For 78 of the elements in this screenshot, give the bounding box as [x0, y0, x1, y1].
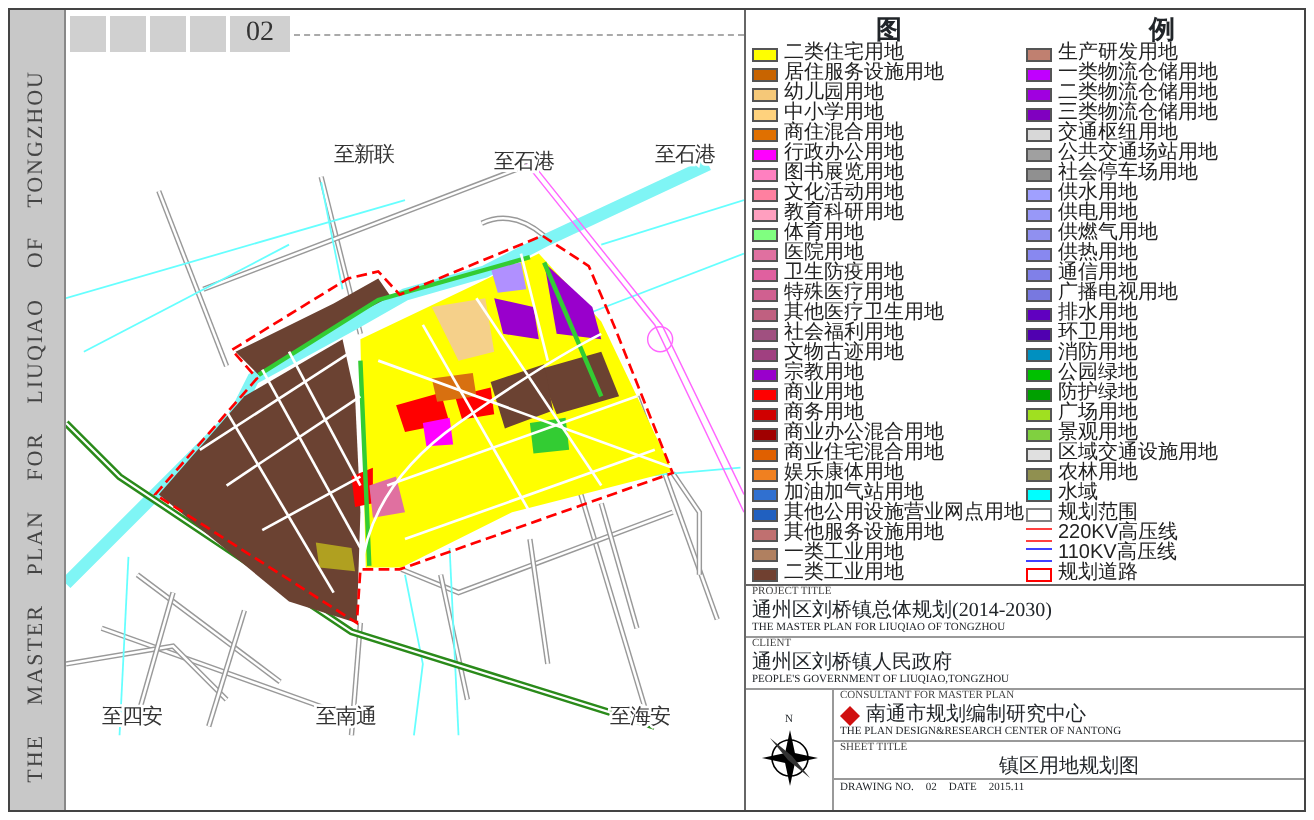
legend-label: 生产研发用地 [1058, 44, 1178, 64]
legend-label: 规划道路 [1058, 564, 1138, 584]
legend-label: 图书展览用地 [784, 164, 904, 184]
side-title-word: OF [26, 236, 48, 269]
side-title-word: MASTER [26, 603, 48, 705]
legend-label: 商业办公混合用地 [784, 424, 944, 444]
legend-label: 商住混合用地 [784, 124, 904, 144]
legend-label: 公共交通场站用地 [1058, 144, 1218, 164]
road-label: 至石港 [654, 144, 715, 167]
legend-label: 通信用地 [1058, 264, 1138, 284]
legend-title: 图 [875, 14, 902, 44]
road-label: 至南通 [315, 706, 376, 729]
legend-label: 排水用地 [1058, 304, 1138, 324]
side-title-word: LIUQIAO [26, 297, 48, 403]
legend-label: 景观用地 [1058, 424, 1138, 444]
legend-label: 商务用地 [784, 404, 864, 424]
legend-label: 行政办公用地 [784, 144, 904, 164]
legend-label: 广场用地 [1058, 404, 1138, 424]
legend-label: 宗教用地 [784, 364, 864, 384]
road-label: 至石港 [494, 151, 555, 174]
legend-title: 例 [1148, 14, 1175, 44]
legend-label: 社会福利用地 [784, 324, 904, 344]
sheet-number: 02 [230, 16, 290, 52]
legend-label: 文化活动用地 [784, 184, 904, 204]
side-title-word: FOR [26, 431, 48, 481]
legend-label: 体育用地 [784, 224, 864, 244]
side-title-word: PLAN [26, 509, 48, 575]
legend-label: 消防用地 [1058, 344, 1138, 364]
legend-label: 供热用地 [1058, 244, 1138, 264]
project-title: 通州区刘桥镇总体规划(2014-2030) [752, 600, 1054, 622]
legend-label: 医院用地 [784, 244, 864, 264]
side-title-word: THE [26, 733, 48, 782]
legend-label: 一类工业用地 [784, 544, 904, 564]
legend-label: 区域交通设施用地 [1058, 444, 1218, 464]
legend-label: 卫生防疫用地 [784, 264, 904, 284]
diamond-logo-icon [840, 705, 860, 725]
legend-label: 商业住宅混合用地 [784, 444, 944, 464]
legend-label: 农林用地 [1058, 464, 1138, 484]
legend-label: 广播电视用地 [1058, 284, 1178, 304]
compass-icon [759, 727, 819, 787]
legend-label: 水域 [1058, 484, 1098, 504]
legend-label: 三类物流仓储用地 [1058, 104, 1218, 124]
legend-label: 特殊医疗用地 [784, 284, 904, 304]
legend-label: 110KV高压线 [1058, 544, 1177, 564]
legend-label: 中小学用地 [784, 104, 884, 124]
legend-label: 公园绿地 [1058, 364, 1138, 384]
legend-label: 220KV高压线 [1058, 524, 1179, 544]
legend-label: 供燃气用地 [1058, 224, 1158, 244]
legend-label: 交通枢纽用地 [1058, 124, 1178, 144]
title-strip-block [110, 16, 146, 52]
legend-label: 幼儿园用地 [784, 84, 884, 104]
legend-label: 商业用地 [784, 384, 864, 404]
legend-label: 一类物流仓储用地 [1058, 64, 1218, 84]
legend-label: 二类住宅用地 [784, 44, 904, 64]
legend-label: 娱乐康体用地 [784, 464, 904, 484]
legend-label: 环卫用地 [1058, 324, 1138, 344]
legend-label: 供水用地 [1058, 184, 1138, 204]
legend-label: 供电用地 [1058, 204, 1138, 224]
legend-label: 教育科研用地 [784, 204, 904, 224]
client-name: 通州区刘桥镇人民政府 [752, 652, 954, 674]
consultant-name: 南通市规划编制研究中心 [866, 704, 1086, 726]
title-strip-block [150, 16, 186, 52]
legend-label: 二类物流仓储用地 [1058, 84, 1218, 104]
road-label: 至新联 [333, 144, 394, 167]
legend-label: 文物古迹用地 [784, 344, 904, 364]
legend-label: 加油加气站用地 [784, 484, 924, 504]
legend-label: 社会停车场用地 [1058, 164, 1198, 184]
legend-label: 防护绿地 [1058, 384, 1138, 404]
legend-label: 居住服务设施用地 [784, 64, 944, 84]
side-title-word: TONGZHOU [26, 70, 48, 208]
sheet-title: 镇区用地规划图 [997, 756, 1141, 778]
legend-label: 规划范围 [1058, 504, 1138, 524]
title-strip-block [70, 16, 106, 52]
legend-label: 其他服务设施用地 [784, 524, 944, 544]
legend-label: 二类工业用地 [784, 564, 904, 584]
legend-label: 其他公用设施营业网点用地 [784, 504, 1024, 524]
legend-label: 其他医疗卫生用地 [784, 304, 944, 324]
title-strip-block [190, 16, 226, 52]
